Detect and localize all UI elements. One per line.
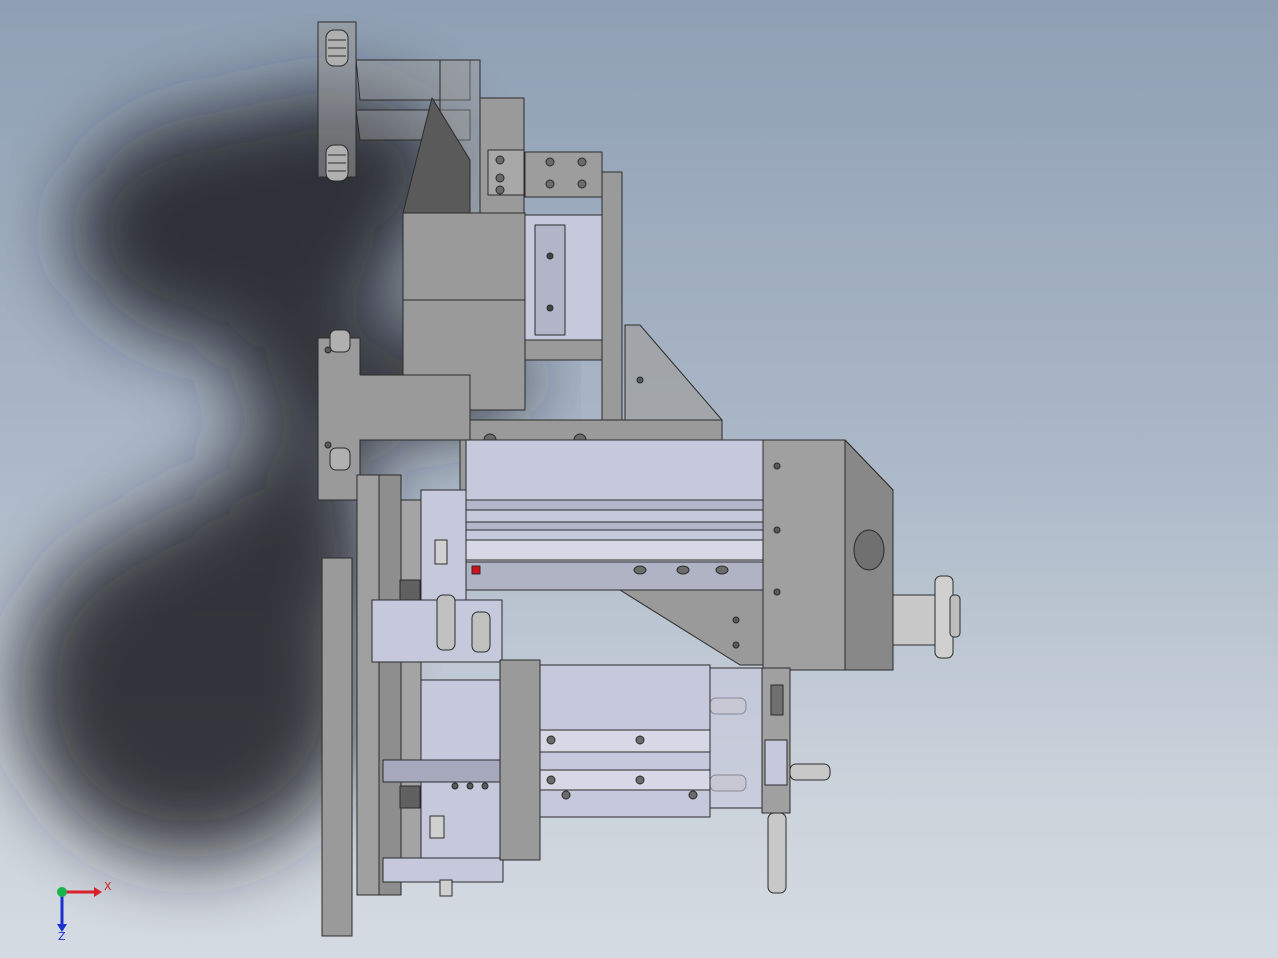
main-linear-actuator[interactable] [465, 439, 767, 591]
y-axis-point [57, 887, 67, 897]
z-axis-arrow [57, 894, 67, 932]
lower-gusset[interactable] [539, 589, 764, 666]
screw-top-1 [325, 29, 349, 67]
motor-housing[interactable] [762, 439, 961, 671]
x-axis-label: X [104, 880, 112, 893]
z-axis-label: Z [58, 930, 66, 940]
x-axis-arrow [64, 887, 102, 897]
orientation-triad: X Z [57, 880, 112, 940]
cad-viewport[interactable]: X Z [0, 0, 1278, 958]
right-guide-rod[interactable] [761, 667, 831, 894]
assembly-model[interactable] [0, 0, 1278, 958]
screw-top-2 [325, 144, 349, 182]
lower-linear-actuator[interactable] [499, 659, 763, 861]
